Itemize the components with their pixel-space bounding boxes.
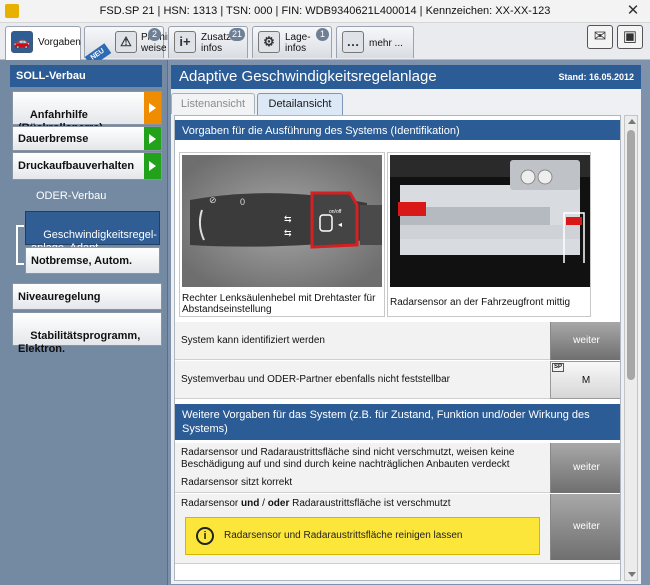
tab-vorgaben-label: Vorgaben	[38, 37, 81, 48]
image-card-lever: ⊘ 0 ⇆ ⇆ on/off ◂ Rechter Lenksäulenhebel…	[179, 152, 385, 317]
row-text: Radarsensor und / oder Radaraustrittsflä…	[181, 498, 451, 509]
more-icon: …	[342, 31, 364, 53]
sidebar: SOLL-Verbau Anfahrhilfe (Rückrollsperre)…	[0, 60, 168, 585]
zusatzinfos-badge: 21	[229, 28, 245, 41]
lever-caption: Rechter Lenksäulenhebel mit Drehtaster f…	[182, 293, 376, 315]
hint-box: i Radarsensor und Radaraustrittsfläche r…	[185, 517, 540, 555]
image-card-radar: Radarsensor an der Fahrzeugfront mittig	[387, 152, 591, 317]
section2-title: Weitere Vorgaben für das System (z.B. fü…	[175, 404, 620, 440]
lever-image: ⊘ 0 ⇆ ⇆ on/off ◂	[182, 155, 382, 287]
tab-mehr[interactable]: … mehr ...	[336, 26, 414, 58]
gear-icon: ⚙	[258, 31, 280, 53]
sp-tag: SP	[552, 363, 565, 372]
tab-mehr-label: mehr ...	[369, 38, 403, 49]
sidebar-item-label: Stabilitätsprogramm, Elektron.	[18, 330, 141, 355]
sidebar-item-label: Dauerbremse	[18, 133, 89, 145]
warning-icon: ⚠	[115, 31, 137, 53]
close-button[interactable]: ✕	[622, 2, 644, 20]
sidebar-title: SOLL-Verbau	[10, 65, 162, 87]
sidebar-item-anfahrhilfe[interactable]: Anfahrhilfe (Rückrollsperre)	[12, 91, 162, 134]
svg-text:⇆: ⇆	[284, 228, 292, 238]
sidebar-item-label: Niveauregelung	[18, 291, 101, 303]
svg-text:⊘: ⊘	[209, 195, 217, 205]
m-button-label: M	[581, 375, 591, 386]
sidebar-item-druckaufbau[interactable]: Druckaufbauverhalten	[12, 152, 162, 180]
title-bar: FSD.SP 21 | HSN: 1313 | TSN: 000 | FIN: …	[0, 0, 650, 23]
sidebar-item-dauerbremse[interactable]: Dauerbremse	[12, 126, 162, 151]
tab-lageinfos-label: Lage- infos	[285, 32, 311, 54]
scroll-down-icon[interactable]	[628, 572, 636, 577]
vertical-scrollbar[interactable]	[624, 115, 638, 581]
section1-title: Vorgaben für die Ausführung des Systems …	[175, 120, 620, 140]
toolbar: 🚗 Vorgaben ⚠ Prüfhin- weise 2 NEU i+ Zus…	[0, 23, 650, 67]
sidebar-item-niveauregelung[interactable]: Niveauregelung	[12, 283, 162, 310]
detail-content: Vorgaben für die Ausführung des Systems …	[174, 115, 621, 581]
sidebar-item-label: Notbremse, Autom.	[31, 255, 133, 267]
row-text: Radarsensor und Radaraustrittsfläche sin…	[181, 447, 515, 470]
scroll-thumb[interactable]	[627, 130, 635, 380]
info-icon: i	[196, 527, 214, 545]
radar-image	[390, 155, 590, 287]
svg-text:0: 0	[240, 197, 245, 207]
oder-bracket	[16, 225, 24, 265]
sidebar-item-geschwindigkeitsregelanlage[interactable]: Geschwindigkeitsregel- anlage, Adapt.	[25, 211, 160, 254]
sidebar-item-label: Druckaufbauverhalten	[18, 160, 135, 172]
weiter-button[interactable]: weiter	[550, 322, 620, 360]
tab-vorgaben[interactable]: 🚗 Vorgaben	[5, 26, 81, 60]
lageinfos-badge: 1	[316, 28, 329, 41]
tab-detailansicht[interactable]: Detailansicht	[257, 93, 343, 115]
info-plus-icon: i+	[174, 31, 196, 53]
row-text-2: Radarsensor sitzt korrekt	[181, 477, 293, 488]
list-item: Systemverbau und ODER-Partner ebenfalls …	[175, 361, 620, 399]
weiter-button[interactable]: weiter	[550, 494, 620, 560]
scroll-up-icon[interactable]	[628, 119, 636, 124]
m-button[interactable]: SP M	[550, 361, 620, 399]
row-text: System kann identifiziert werden	[181, 335, 325, 346]
camera-icon[interactable]: ▣	[617, 25, 643, 49]
sidebar-item-stabilitaetsprogramm[interactable]: Stabilitätsprogramm, Elektron.	[12, 312, 162, 355]
main-panel: Adaptive Geschwindigkeitsregelanlage Sta…	[168, 60, 650, 585]
arrow-right-icon	[144, 127, 161, 150]
sidebar-item-notbremse[interactable]: Notbremse, Autom.	[25, 247, 160, 274]
radar-caption: Radarsensor an der Fahrzeugfront mittig	[390, 297, 571, 308]
arrow-right-icon	[144, 153, 161, 179]
date-label: Stand: 16.05.2012	[558, 72, 634, 82]
svg-text:◂: ◂	[338, 220, 342, 229]
tab-zusatzinfos[interactable]: i+ Zusatz- infos 21	[168, 26, 248, 58]
weiter-button[interactable]: weiter	[550, 443, 620, 493]
tab-listenansicht[interactable]: Listenansicht	[171, 93, 255, 114]
arrow-right-icon	[144, 92, 161, 124]
window-title: FSD.SP 21 | HSN: 1313 | TSN: 000 | FIN: …	[99, 5, 551, 17]
list-item: System kann identifiziert werden weiter	[175, 322, 620, 360]
tab-lageinfos[interactable]: ⚙ Lage- infos 1	[252, 26, 332, 58]
page-title: Adaptive Geschwindigkeitsregelanlage	[179, 68, 437, 85]
car-icon: 🚗	[11, 31, 33, 53]
tabs-area: Listenansicht Detailansicht Vorgaben für…	[171, 89, 641, 584]
row-text: Systemverbau und ODER-Partner ebenfalls …	[181, 374, 451, 385]
list-item: Radarsensor und Radaraustrittsfläche sin…	[175, 443, 620, 493]
pruefhinweise-badge: 2	[148, 28, 161, 41]
main-header: Adaptive Geschwindigkeitsregelanlage Sta…	[171, 65, 641, 89]
svg-text:on/off: on/off	[329, 209, 342, 215]
mail-icon[interactable]: ✉	[587, 25, 613, 49]
svg-text:⇆: ⇆	[284, 214, 292, 224]
oder-verbau-label: ODER-Verbau	[36, 190, 107, 202]
hint-text: Radarsensor und Radaraustrittsfläche rei…	[224, 530, 463, 541]
